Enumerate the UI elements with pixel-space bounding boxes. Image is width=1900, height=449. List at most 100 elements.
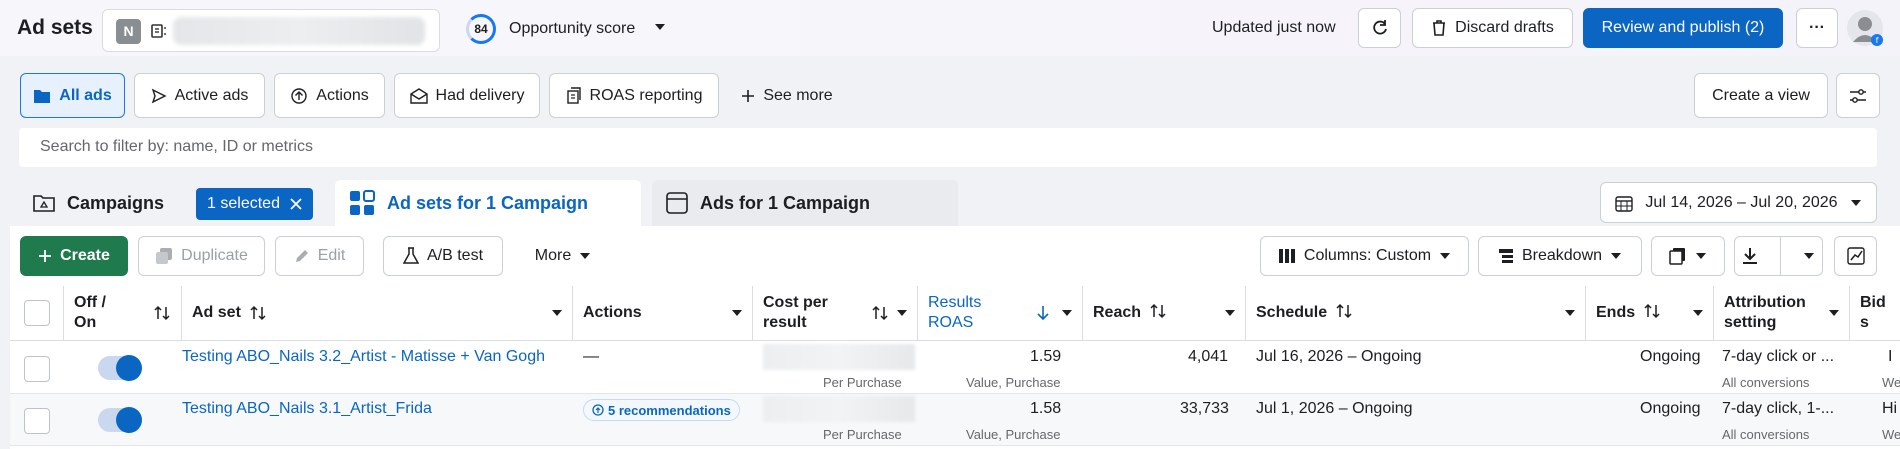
chevron-down-icon[interactable]: [1225, 310, 1235, 316]
see-more-button[interactable]: See more: [732, 73, 842, 118]
more-menu-button[interactable]: More: [520, 236, 606, 276]
ends-value: Ongoing: [1640, 400, 1701, 417]
chevron-down-icon[interactable]: [654, 23, 666, 31]
filter-had-delivery[interactable]: Had delivery: [394, 73, 540, 118]
avatar[interactable]: f: [1847, 10, 1883, 46]
chevron-down-icon[interactable]: [732, 310, 742, 316]
column-actions[interactable]: Actions: [573, 286, 753, 341]
actions-value: —: [583, 348, 599, 365]
sort-descending-icon[interactable]: [1036, 305, 1050, 321]
chevron-down-icon[interactable]: [897, 310, 907, 316]
date-range-picker[interactable]: Jul 14, 2026 – Jul 20, 2026: [1600, 182, 1877, 223]
chevron-down-icon[interactable]: [1062, 310, 1072, 316]
chevron-down-icon[interactable]: [1693, 310, 1703, 316]
chevron-down-icon[interactable]: [552, 310, 562, 316]
ad-set-name-link[interactable]: Testing ABO_Nails 3.2_Artist - Matisse +…: [182, 348, 562, 366]
review-publish-button[interactable]: Review and publish (2): [1583, 8, 1783, 48]
row-checkbox[interactable]: [24, 408, 50, 434]
attribution-value: 7-day click or ...: [1722, 348, 1835, 365]
tab-ads[interactable]: Ads for 1 Campaign: [652, 180, 958, 226]
more-options-button[interactable]: ···: [1796, 8, 1838, 48]
export-button[interactable]: [1734, 236, 1823, 276]
trash-icon: [1431, 19, 1447, 37]
sort-icon[interactable]: [1643, 303, 1661, 323]
edit-button[interactable]: Edit: [275, 236, 364, 276]
pencil-icon: [294, 248, 310, 264]
column-bid-strategy[interactable]: Bid s: [1850, 286, 1900, 341]
refresh-button[interactable]: [1358, 8, 1401, 48]
create-view-button[interactable]: Create a view: [1694, 73, 1828, 118]
tab-ad-sets[interactable]: Ad sets for 1 Campaign: [335, 180, 641, 226]
filter-actions[interactable]: Actions: [274, 73, 385, 118]
columns-icon: [1278, 248, 1296, 264]
table-row[interactable]: Testing ABO_Nails 3.1_Artist_Frida 5 rec…: [10, 394, 1900, 446]
review-publish-label: Review and publish (2): [1601, 19, 1765, 36]
column-attribution[interactable]: Attribution setting: [1714, 286, 1850, 341]
sliders-icon: [1849, 88, 1867, 104]
column-ends[interactable]: Ends: [1586, 286, 1714, 341]
opportunity-score-gauge[interactable]: 84: [466, 14, 496, 44]
table-row[interactable]: Testing ABO_Nails 3.2_Artist - Matisse +…: [10, 342, 1900, 394]
filter-active-ads[interactable]: Active ads: [134, 73, 265, 118]
search-input[interactable]: Search to filter by: name, ID or metrics: [19, 128, 1877, 167]
report-icon: [566, 86, 582, 105]
header-label: Attribution: [1724, 294, 1806, 311]
svg-text:f: f: [1876, 36, 1879, 45]
chart-button[interactable]: [1834, 236, 1877, 276]
sort-icon[interactable]: [1335, 303, 1353, 323]
ab-test-button[interactable]: A/B test: [383, 236, 503, 276]
edit-label: Edit: [317, 247, 346, 264]
select-all-checkbox[interactable]: [24, 300, 50, 326]
cost-sub: Per Purchase: [823, 427, 902, 442]
ad-set-name-link[interactable]: Testing ABO_Nails 3.1_Artist_Frida: [182, 400, 562, 418]
close-icon[interactable]: [290, 198, 302, 210]
campaign-folder-icon: [33, 193, 55, 213]
tab-label: Ads for 1 Campaign: [700, 192, 871, 213]
columns-label: Columns: Custom: [1303, 247, 1432, 264]
sort-icon[interactable]: [1149, 303, 1167, 323]
header-label: setting: [1724, 314, 1777, 331]
send-icon: [151, 88, 167, 104]
sort-icon[interactable]: [871, 305, 889, 321]
column-results-roas[interactable]: Results ROAS: [918, 286, 1083, 341]
chevron-down-icon: [1439, 252, 1451, 260]
column-cost-per-result[interactable]: Cost per result: [753, 286, 918, 341]
refresh-icon: [1370, 18, 1390, 38]
filter-roas-reporting[interactable]: ROAS reporting: [549, 73, 719, 118]
chevron-down-icon[interactable]: [1565, 310, 1575, 316]
view-settings-button[interactable]: [1836, 73, 1880, 118]
filter-all-ads[interactable]: All ads: [20, 73, 125, 118]
header-label: Bid s: [1860, 294, 1886, 331]
account-selector[interactable]: N: [102, 9, 440, 52]
column-off-on[interactable]: Off / On: [64, 286, 182, 341]
delivery-toggle[interactable]: [98, 355, 142, 381]
row-checkbox[interactable]: [24, 356, 50, 382]
reports-button[interactable]: [1651, 236, 1725, 276]
download-icon[interactable]: [1742, 247, 1758, 265]
sort-icon[interactable]: [249, 305, 267, 321]
discard-drafts-label: Discard drafts: [1455, 19, 1554, 36]
column-ad-set[interactable]: Ad set: [182, 286, 573, 341]
bid-sub: We: [1882, 427, 1900, 442]
account-initial: N: [116, 19, 141, 44]
chevron-down-icon[interactable]: [1803, 252, 1815, 260]
selected-chip-label: 1 selected: [207, 195, 280, 212]
chevron-down-icon[interactable]: [1829, 310, 1839, 316]
selected-chip[interactable]: 1 selected: [196, 188, 313, 220]
recommendations-badge[interactable]: 5 recommendations: [583, 399, 740, 421]
roas-sub: Value, Purchase: [966, 375, 1061, 390]
delivery-toggle[interactable]: [98, 407, 142, 433]
header-label: Schedule: [1256, 304, 1328, 321]
sort-icon[interactable]: [153, 305, 171, 321]
column-schedule[interactable]: Schedule: [1246, 286, 1586, 341]
discard-drafts-button[interactable]: Discard drafts: [1412, 8, 1573, 48]
columns-button[interactable]: Columns: Custom: [1260, 236, 1469, 276]
page-title: Ad sets: [17, 16, 93, 39]
cost-per-result-redacted: [763, 396, 915, 422]
opportunity-score-label[interactable]: Opportunity score: [509, 20, 635, 38]
breakdown-button[interactable]: Breakdown: [1478, 236, 1642, 276]
column-reach[interactable]: Reach: [1083, 286, 1246, 341]
duplicate-button[interactable]: Duplicate: [138, 236, 265, 276]
plus-icon: [741, 89, 755, 103]
create-button[interactable]: Create: [20, 236, 128, 276]
